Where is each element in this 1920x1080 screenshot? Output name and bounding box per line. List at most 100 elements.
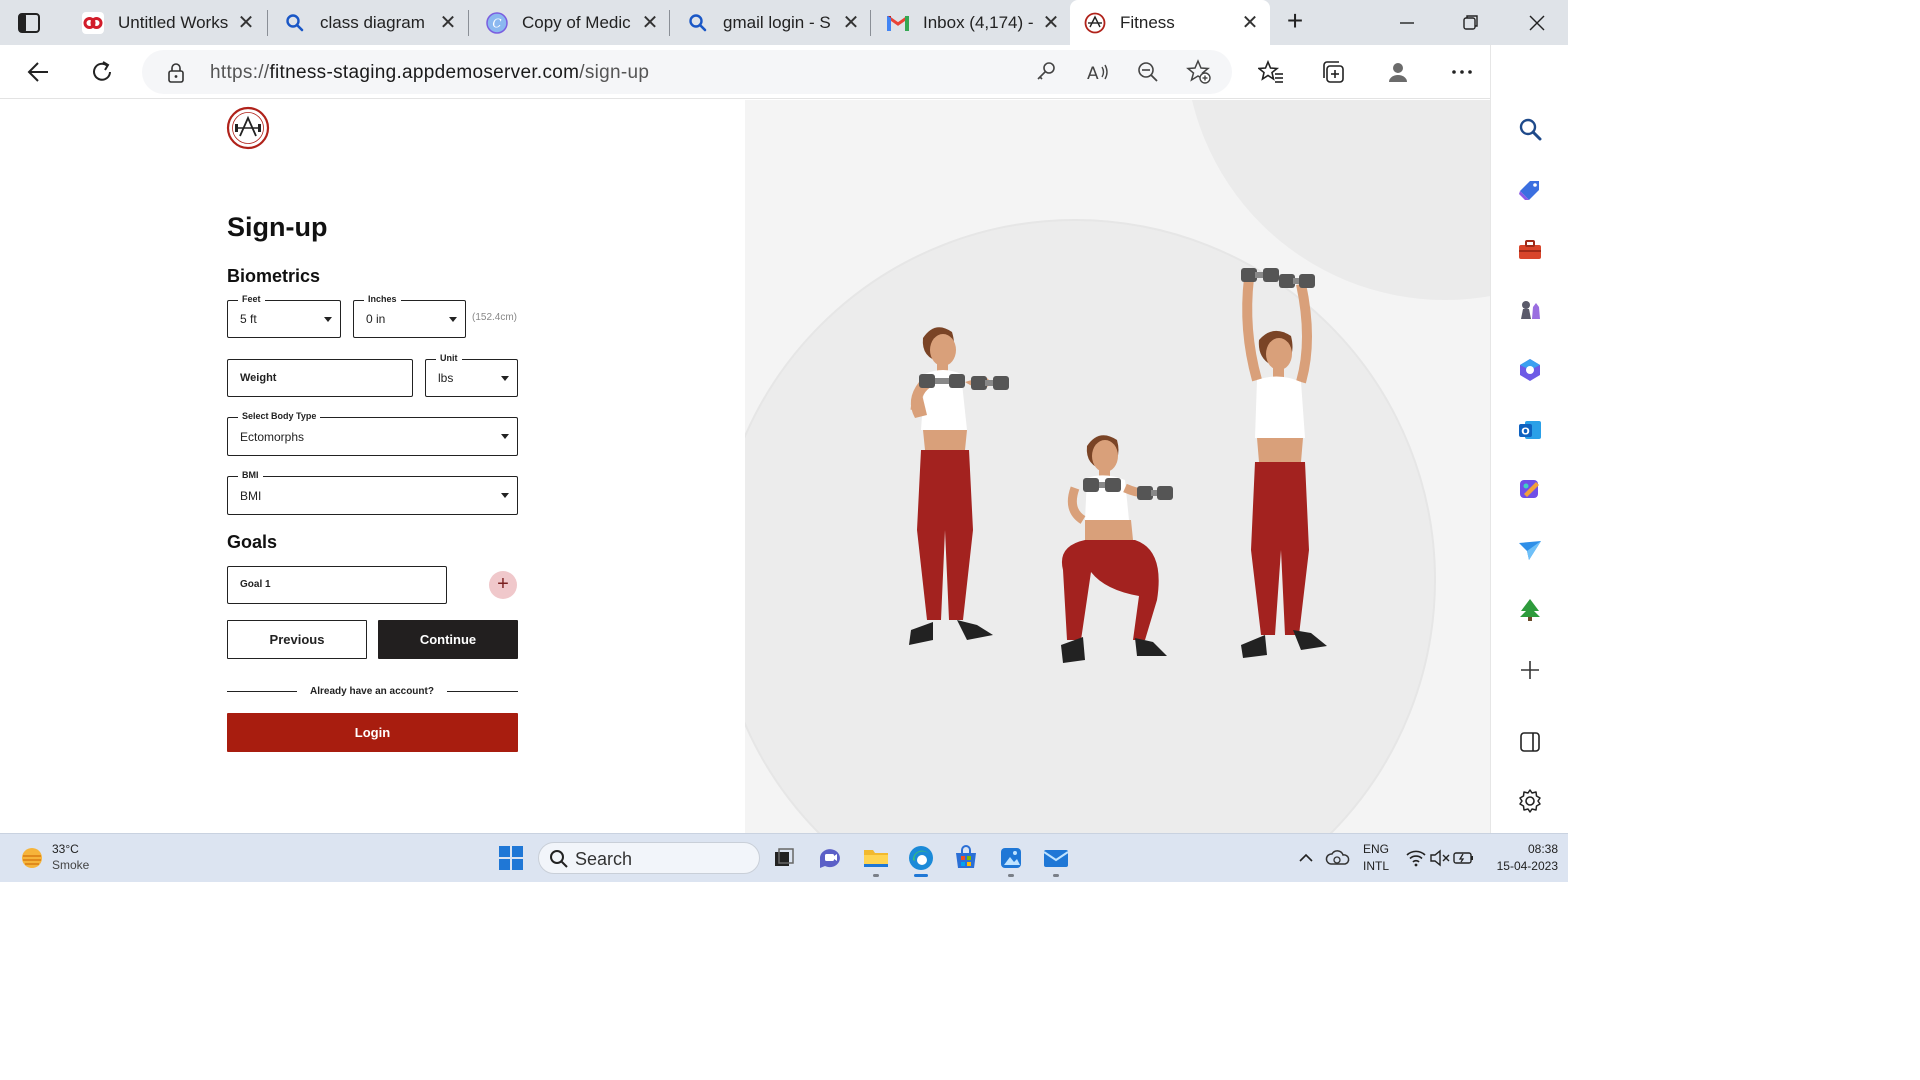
goal-placeholder: Goal 1: [240, 579, 271, 590]
svg-text:A: A: [1087, 64, 1099, 84]
feet-label: Feet: [238, 294, 265, 304]
fitness-logo-icon[interactable]: [226, 106, 270, 150]
profile-avatar-icon[interactable]: [1384, 58, 1412, 86]
tab-separator: [267, 10, 268, 36]
show-hidden-icons-chevron-up-icon[interactable]: [1292, 844, 1320, 872]
search-icon: [687, 12, 709, 34]
tab-title: class diagram c: [320, 12, 430, 32]
back-icon[interactable]: [25, 58, 53, 86]
weight-input[interactable]: Weight: [227, 359, 413, 397]
collections-icon[interactable]: [1319, 58, 1347, 86]
read-aloud-icon[interactable]: A: [1084, 58, 1112, 86]
refresh-icon[interactable]: [88, 58, 116, 86]
favorites-icon[interactable]: [1257, 58, 1285, 86]
height-conversion-hint: (152.4cm): [472, 312, 518, 323]
task-view-icon[interactable]: [770, 844, 798, 872]
body-type-select[interactable]: Select Body Type Ectomorphs: [227, 411, 518, 456]
split-screen-icon[interactable]: [1515, 727, 1545, 757]
tab-actions-icon[interactable]: [16, 10, 42, 36]
restore-icon[interactable]: [1458, 10, 1484, 36]
goals-heading: Goals: [227, 532, 278, 552]
designer-icon[interactable]: [1515, 475, 1545, 505]
password-key-icon[interactable]: [1032, 58, 1060, 86]
infinity-logo-icon: [82, 11, 104, 34]
more-options-icon[interactable]: [1448, 58, 1476, 86]
microsoft-store-icon[interactable]: [952, 844, 980, 872]
add-favorite-icon[interactable]: [1185, 58, 1213, 86]
close-window-icon[interactable]: [1524, 10, 1550, 36]
taskbar-search[interactable]: Search: [538, 842, 760, 874]
mail-icon[interactable]: [1042, 844, 1070, 872]
zoom-out-icon[interactable]: [1134, 58, 1162, 86]
tab-untitled-workspace[interactable]: Untitled Works ✕: [68, 4, 266, 41]
page-title: Sign-up: [227, 212, 328, 242]
games-chess-icon[interactable]: [1515, 295, 1545, 325]
windows-start-icon[interactable]: [497, 844, 525, 872]
tree-icon[interactable]: [1515, 595, 1545, 625]
active-indicator: [914, 874, 928, 877]
close-tab-icon[interactable]: ✕: [438, 13, 458, 33]
biometrics-heading: Biometrics: [227, 266, 321, 286]
signup-page: Sign-up Biometrics Feet 5 ft Inches 0 in…: [0, 100, 1490, 833]
tab-gmail-login[interactable]: gmail login - S ✕: [673, 4, 871, 41]
search-icon: [284, 12, 306, 34]
tab-title: gmail login - S: [723, 12, 831, 32]
teams-chat-icon[interactable]: [816, 844, 844, 872]
gmail-icon: [887, 12, 909, 34]
lock-icon[interactable]: [166, 62, 186, 89]
close-tab-icon[interactable]: ✕: [841, 13, 861, 33]
unit-value: lbs: [438, 371, 454, 385]
close-tab-icon[interactable]: ✕: [1240, 13, 1260, 33]
add-goal-button[interactable]: +: [489, 571, 517, 599]
clock-date[interactable]: 15-04-2023: [1480, 859, 1558, 873]
microsoft-365-icon[interactable]: [1515, 355, 1545, 385]
tab-gmail-inbox[interactable]: Inbox (4,174) - ✕: [873, 4, 1071, 41]
address-bar[interactable]: https://fitness-staging.appdemoserver.co…: [142, 50, 1232, 94]
feet-select[interactable]: Feet 5 ft: [227, 294, 341, 338]
unit-select[interactable]: Unit lbs: [425, 353, 518, 397]
weather-sun-icon[interactable]: [18, 844, 46, 872]
clock-time[interactable]: 08:38: [1486, 842, 1558, 856]
url-host: fitness-staging.appdemoserver.com: [269, 62, 580, 83]
battery-charging-icon[interactable]: [1450, 844, 1478, 872]
file-explorer-icon[interactable]: [862, 844, 890, 872]
goal-input[interactable]: Goal 1: [227, 566, 447, 604]
send-drop-icon[interactable]: [1515, 535, 1545, 565]
bmi-label: BMI: [238, 470, 263, 480]
previous-button[interactable]: Previous: [227, 620, 367, 659]
running-indicator: [873, 874, 879, 877]
chevron-down-icon: [501, 493, 509, 498]
close-tab-icon[interactable]: ✕: [1041, 13, 1061, 33]
inches-select[interactable]: Inches 0 in: [353, 294, 466, 338]
tools-briefcase-icon[interactable]: [1515, 235, 1545, 265]
language-code[interactable]: ENG: [1358, 842, 1394, 856]
minimize-icon[interactable]: [1394, 10, 1420, 36]
svg-text:C: C: [492, 16, 501, 30]
search-icon[interactable]: [1515, 114, 1545, 144]
settings-gear-icon[interactable]: [1515, 786, 1545, 816]
add-sidebar-app-icon[interactable]: [1515, 655, 1545, 685]
shopping-tag-icon[interactable]: [1515, 175, 1545, 205]
tab-fitness[interactable]: Fitness ✕: [1070, 0, 1270, 45]
tab-class-diagram[interactable]: class diagram c ✕: [270, 4, 468, 41]
bmi-value: BMI: [240, 489, 262, 503]
new-tab-icon[interactable]: +: [1282, 7, 1308, 35]
feet-value: 5 ft: [240, 312, 257, 326]
tab-copy-of-medic[interactable]: C Copy of Medic ✕: [472, 4, 670, 41]
close-tab-icon[interactable]: ✕: [236, 13, 256, 33]
chevron-down-icon: [324, 317, 332, 322]
tab-separator: [870, 10, 871, 36]
login-button[interactable]: Login: [227, 713, 518, 752]
keyboard-layout[interactable]: INTL: [1358, 859, 1394, 873]
chevron-down-icon: [449, 317, 457, 322]
tab-separator: [669, 10, 670, 36]
outlook-icon[interactable]: O: [1515, 415, 1545, 445]
bmi-select[interactable]: BMI BMI: [227, 470, 518, 515]
tab-title: Untitled Works: [118, 12, 228, 32]
weather-description: Smoke: [52, 858, 90, 872]
onedrive-cloud-icon[interactable]: [1324, 844, 1352, 872]
edge-browser-icon[interactable]: [907, 844, 935, 872]
continue-button[interactable]: Continue: [378, 620, 518, 659]
close-tab-icon[interactable]: ✕: [640, 13, 660, 33]
photos-icon[interactable]: [997, 844, 1025, 872]
